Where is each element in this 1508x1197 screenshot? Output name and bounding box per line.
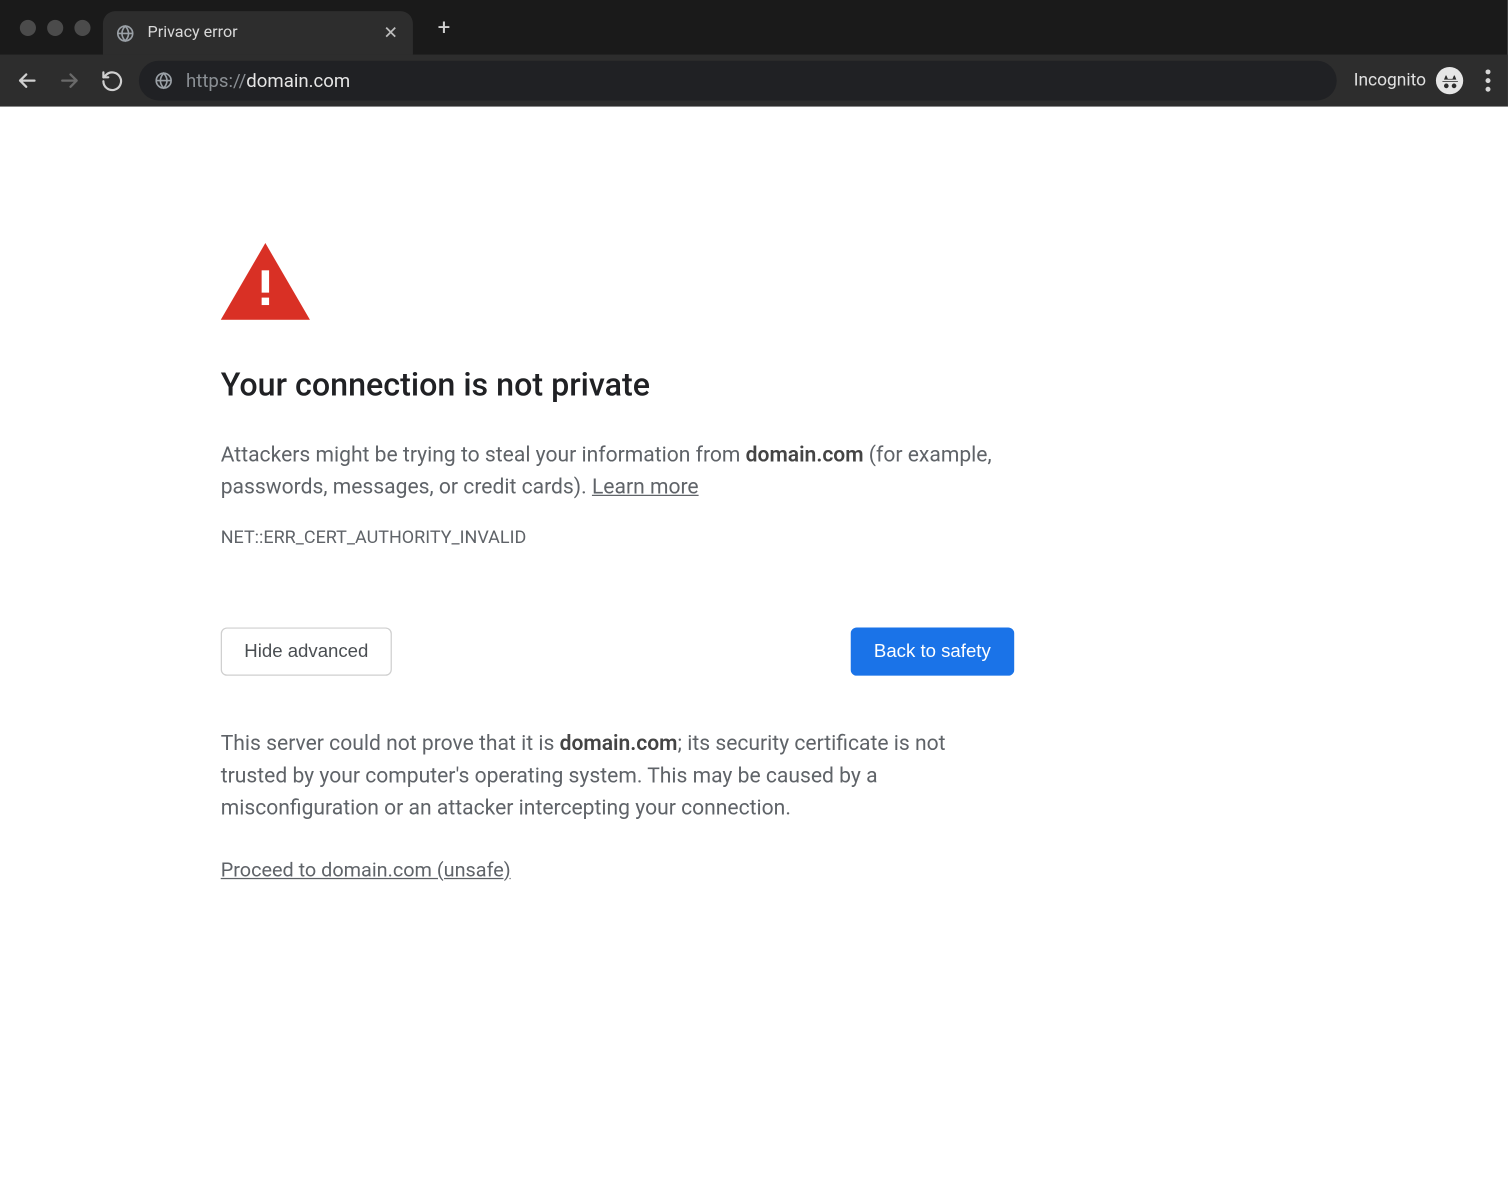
traffic-light-close[interactable] bbox=[20, 19, 36, 35]
globe-icon bbox=[115, 23, 135, 43]
ssl-error-page: Your connection is not private Attackers… bbox=[221, 243, 1015, 881]
hide-advanced-button[interactable]: Hide advanced bbox=[221, 627, 392, 675]
omnibox[interactable]: https://domain.com bbox=[139, 61, 1336, 101]
tab-strip: Privacy error ✕ + bbox=[0, 0, 1508, 55]
back-to-safety-button[interactable]: Back to safety bbox=[850, 627, 1014, 675]
proceed-unsafe-link[interactable]: Proceed to domain.com (unsafe) bbox=[221, 858, 511, 882]
close-tab-icon[interactable]: ✕ bbox=[381, 23, 401, 43]
reload-button[interactable] bbox=[97, 66, 127, 96]
advanced-details: This server could not prove that it is d… bbox=[221, 727, 1015, 825]
browser-chrome: Privacy error ✕ + https://domain.com bbox=[0, 0, 1508, 107]
error-summary: Attackers might be trying to steal your … bbox=[221, 439, 1015, 504]
warning-triangle-icon bbox=[221, 243, 1015, 320]
nav-forward-button[interactable] bbox=[55, 66, 85, 96]
traffic-light-minimize[interactable] bbox=[47, 19, 63, 35]
browser-menu-button[interactable] bbox=[1481, 64, 1496, 96]
tab-title: Privacy error bbox=[148, 24, 369, 43]
url-text: https://domain.com bbox=[186, 69, 350, 91]
incognito-indicator: Incognito bbox=[1349, 67, 1468, 94]
learn-more-link[interactable]: Learn more bbox=[592, 475, 699, 500]
button-row: Hide advanced Back to safety bbox=[221, 627, 1015, 675]
error-code: NET::ERR_CERT_AUTHORITY_INVALID bbox=[221, 527, 1015, 548]
site-info-icon[interactable] bbox=[154, 71, 174, 91]
window-controls bbox=[10, 19, 103, 35]
incognito-label: Incognito bbox=[1354, 71, 1426, 91]
browser-toolbar: https://domain.com Incognito bbox=[0, 55, 1508, 107]
error-heading: Your connection is not private bbox=[221, 367, 1015, 404]
nav-back-button[interactable] bbox=[12, 66, 42, 96]
error-domain: domain.com bbox=[746, 443, 864, 468]
url-scheme: https:// bbox=[186, 69, 246, 91]
traffic-light-zoom[interactable] bbox=[74, 19, 90, 35]
browser-tab[interactable]: Privacy error ✕ bbox=[103, 11, 413, 54]
new-tab-button[interactable]: + bbox=[425, 9, 462, 46]
page-content: Your connection is not private Attackers… bbox=[0, 107, 1508, 882]
url-host: domain.com bbox=[246, 69, 350, 91]
advanced-domain: domain.com bbox=[560, 731, 678, 756]
incognito-icon[interactable] bbox=[1436, 67, 1463, 94]
